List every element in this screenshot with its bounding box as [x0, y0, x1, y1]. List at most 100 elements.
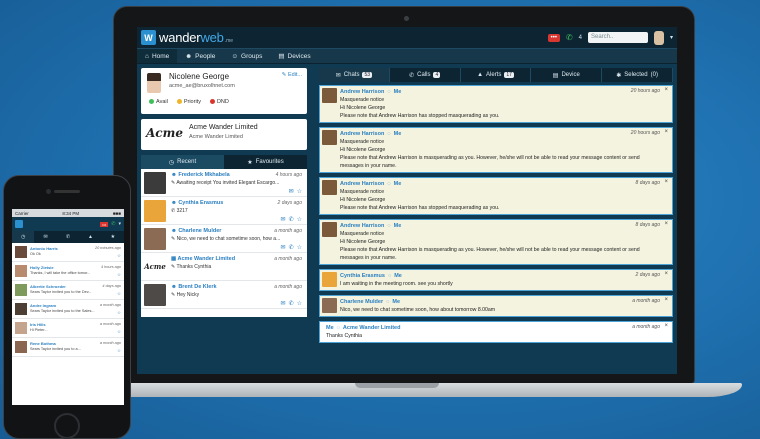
organisation-card[interactable]: Acme Acme Wander Limited Acme Wander Lim… — [141, 119, 307, 150]
tab-calls[interactable]: ✆ Calls 4 — [390, 68, 461, 82]
list-item[interactable]: Iris Hills a month ago Hi Pieter... ☆ — [12, 319, 124, 338]
sender-name[interactable]: Andrew Harrison — [340, 181, 384, 187]
star-icon[interactable]: ☆ — [117, 272, 121, 278]
phone-tab-favourites[interactable]: ★ — [102, 231, 124, 243]
carrier-label: Carrier — [15, 210, 29, 216]
phone-tab-calls[interactable]: ✆ — [57, 231, 79, 243]
star-icon[interactable]: ☆ — [297, 216, 302, 223]
sender-name[interactable]: Andrew Harrison — [340, 89, 384, 95]
status-avail[interactable]: Avail — [149, 99, 168, 105]
phone-tab-chats[interactable]: ✉ — [34, 231, 56, 243]
edit-profile-link[interactable]: ✎ Edit... — [282, 72, 302, 78]
list-item[interactable]: Acme ▦ Acme Wander Limited a month ago ✎… — [141, 253, 307, 281]
nav-home[interactable]: ⌂ Home — [137, 49, 178, 63]
chat-icon[interactable]: ✉ — [281, 300, 286, 307]
chevron-down-icon[interactable]: ▾ — [670, 34, 673, 41]
list-item[interactable]: ☻ Charlene Mulder a month ago ✎ Nico, we… — [141, 225, 307, 253]
logo-icon[interactable]: W — [141, 30, 156, 45]
tab-recent[interactable]: ◷ Recent — [141, 155, 224, 169]
chat-message[interactable]: Andrew Harrison ◌ Me 8 days ago × Masquera… — [319, 177, 673, 215]
list-item[interactable]: Albertie Schroeder 4 days ago Sears Tayl… — [12, 281, 124, 300]
nav-devices[interactable]: ▤ Devices — [270, 49, 318, 63]
recipient-name[interactable]: Acme Wander Limited — [343, 325, 401, 331]
recipient-name[interactable]: Me — [392, 299, 400, 305]
chat-icon[interactable]: ✉ — [281, 244, 286, 251]
close-icon[interactable]: × — [664, 221, 668, 227]
list-item[interactable]: ☻ Brent De Klerk a month ago ✎ Hey Nicky… — [141, 281, 307, 309]
chat-message[interactable]: Me ◌ Acme Wander Limited a month ago × Tha… — [319, 321, 673, 343]
list-item[interactable]: Andre Ingram a month ago Sears Taylor in… — [12, 300, 124, 319]
item-actions: ✉ ✆ ☆ — [281, 300, 302, 307]
chevron-down-icon[interactable]: ▾ — [118, 221, 121, 227]
star-icon[interactable]: ☆ — [297, 188, 302, 195]
recipient-name[interactable]: Me — [394, 89, 402, 95]
list-item[interactable]: Antonio Harris 20 minutes ago Ok Ok ☆ — [12, 243, 124, 262]
recipient-name[interactable]: Me — [394, 273, 402, 279]
close-icon[interactable]: × — [664, 271, 668, 277]
chat-icon[interactable]: ✉ — [289, 188, 294, 195]
phone-icon[interactable]: ✆ — [111, 221, 115, 227]
list-item[interactable]: Holly Zietsie 4 hours ago Thanks, I will… — [12, 262, 124, 281]
chat-message[interactable]: Andrew Harrison ◌ Me 20 hours ago × Masque… — [319, 127, 673, 173]
list-item[interactable]: ☻ Cynthia Erasmus 2 days ago ✆ 3217 ✉ ✆ ☆ — [141, 197, 307, 225]
star-icon[interactable]: ☆ — [117, 310, 121, 316]
chat-message[interactable]: Cynthia Erasmus ◌ Me 2 days ago × I am wai… — [319, 269, 673, 291]
star-icon[interactable]: ☆ — [117, 348, 121, 354]
recipient-name[interactable]: Me — [394, 181, 402, 187]
tab-device[interactable]: ▤ Device — [531, 68, 603, 82]
chat-message[interactable]: Andrew Harrison ◌ Me 20 hours ago × Masque… — [319, 85, 673, 123]
star-icon[interactable]: ☆ — [117, 291, 121, 297]
sender-name[interactable]: Me — [326, 325, 334, 331]
search-input[interactable]: Search.. — [587, 32, 648, 43]
message-line: Please note that Andrew Harrison is masq… — [340, 247, 640, 253]
phone-tab-alerts[interactable]: ▲ — [79, 231, 101, 243]
chat-icon[interactable]: ✉ — [281, 216, 286, 223]
tab-chats[interactable]: ✉ Chats 53 — [319, 68, 390, 82]
recipient-name[interactable]: Me — [394, 131, 402, 137]
close-icon[interactable]: × — [664, 87, 668, 93]
close-icon[interactable]: × — [664, 323, 668, 329]
contact-name: ☻ Frederick Mkhabela — [171, 172, 230, 178]
chat-message[interactable]: Andrew Harrison ◌ Me 8 days ago × Masquera… — [319, 219, 673, 265]
timestamp: a month ago — [274, 284, 302, 290]
nav-people[interactable]: ☻ People — [177, 49, 223, 63]
star-icon[interactable]: ☆ — [297, 300, 302, 307]
chat-message[interactable]: Charlene Mulder ◌ Me a month ago × Nico, w… — [319, 295, 673, 317]
home-button[interactable] — [54, 413, 80, 439]
star-icon[interactable]: ☆ — [117, 253, 121, 259]
selected-icon: ✱ — [616, 72, 622, 79]
nav-groups[interactable]: ☺ Groups — [223, 49, 270, 63]
phone-icon[interactable]: ✆ — [289, 216, 294, 223]
status-priority[interactable]: Priority — [176, 99, 201, 105]
phone-icon[interactable]: ✆ — [289, 244, 294, 251]
tab-count: 53 — [362, 72, 373, 78]
logo-icon[interactable] — [15, 220, 23, 228]
app-logo[interactable]: wanderweb — [159, 30, 224, 45]
user-avatar[interactable] — [653, 30, 664, 45]
profile-avatar[interactable] — [147, 73, 161, 93]
list-item[interactable]: ☻ Frederick Mkhabela 4 hours ago ✎ Await… — [141, 169, 307, 197]
sender-name[interactable]: Andrew Harrison — [340, 223, 384, 229]
star-icon[interactable]: ☆ — [297, 244, 302, 251]
phone-icon[interactable]: ✆ — [289, 300, 294, 307]
contact-avatar — [15, 303, 27, 315]
status-dnd[interactable]: DND — [209, 99, 229, 105]
chat-icon: ✉ — [335, 72, 341, 79]
recipient-name[interactable]: Me — [394, 223, 402, 229]
tab-selected[interactable]: ✱ Selected (0) — [602, 68, 673, 82]
close-icon[interactable]: × — [664, 297, 668, 303]
sender-name[interactable]: Charlene Mulder — [340, 299, 383, 305]
timestamp: 20 hours ago — [630, 130, 660, 136]
notification-badge[interactable]: ••• — [547, 33, 560, 42]
phone-tab-recent[interactable]: ◷ — [12, 231, 35, 243]
star-icon[interactable]: ☆ — [117, 329, 121, 335]
close-icon[interactable]: × — [664, 129, 668, 135]
phone-icon[interactable]: ✆ — [566, 33, 573, 42]
list-item[interactable]: Rene Bothma a month ago Sears Taylor inv… — [12, 338, 124, 357]
notification-badge[interactable]: ••• — [100, 221, 109, 227]
tab-alerts[interactable]: ▲ Alerts 17 — [461, 68, 532, 82]
tab-favourites[interactable]: ★ Favourites — [224, 155, 307, 169]
sender-name[interactable]: Andrew Harrison — [340, 131, 384, 137]
sender-name[interactable]: Cynthia Erasmus — [340, 273, 385, 279]
close-icon[interactable]: × — [664, 179, 668, 185]
